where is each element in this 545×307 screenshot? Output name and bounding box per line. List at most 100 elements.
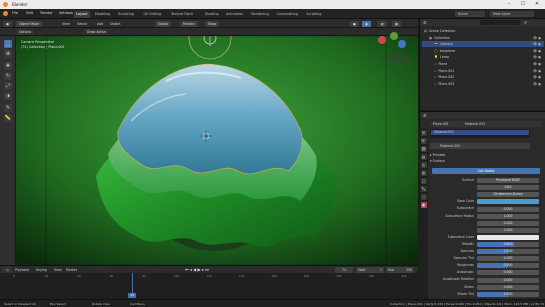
minimize-button[interactable]: – <box>502 1 516 8</box>
property-field[interactable] <box>477 234 539 240</box>
viewport-menu-view[interactable]: View <box>62 21 70 27</box>
visibility-toggle-icon[interactable]: 👁 ▣ <box>533 48 541 54</box>
property-field[interactable]: 0.000 <box>477 206 539 212</box>
outliner-row[interactable]: ▱ Plane.003 👁 ▣ <box>422 81 544 87</box>
maximize-button[interactable]: ☐ <box>516 1 530 8</box>
modifier-tab-icon[interactable]: 🔧 <box>420 186 427 192</box>
property-field[interactable]: 0.500 <box>477 249 539 255</box>
outliner-editor-icon[interactable]: ☰ <box>423 19 427 26</box>
outliner-row[interactable]: ▱ Plane 👁 ▣ <box>422 61 544 67</box>
property-field[interactable]: 0.200 <box>477 220 539 226</box>
editor-type-button[interactable]: ▣ <box>3 20 13 27</box>
navigation-gizmo[interactable] <box>372 24 414 64</box>
3d-viewport[interactable] <box>16 36 418 265</box>
viewport-shading-solid-button[interactable]: ● <box>350 20 359 27</box>
tool-tab-icon[interactable]: ⚒ <box>420 130 427 136</box>
property-field[interactable]: 0.000 <box>477 284 539 290</box>
outliner-row[interactable]: 💡 Lamp 👁 ▣ <box>422 54 544 60</box>
menu-window[interactable]: Window <box>59 11 73 15</box>
transform-gizmo[interactable] <box>180 36 240 62</box>
outliner-row[interactable]: ▤ Scene Collection <box>422 28 544 34</box>
workspace-tab-shading[interactable]: Shading <box>203 11 221 18</box>
select-tool-icon[interactable]: ⬚ <box>4 40 12 48</box>
cursor-tool-icon[interactable]: ⊕ <box>4 50 12 58</box>
property-field[interactable]: Christensen-Burley <box>477 192 539 198</box>
move-tool-icon[interactable]: ✥ <box>4 62 12 70</box>
surface-section[interactable]: ▾ Surface <box>430 159 445 163</box>
physics-tab-icon[interactable]: ◌ <box>420 194 427 200</box>
workspace-tab-texture-paint[interactable]: Texture Paint <box>169 11 195 18</box>
material-name-field[interactable]: Material.003 <box>430 143 530 149</box>
pivot-dropdown[interactable]: Median <box>180 20 198 27</box>
property-field[interactable]: Principled BSDF <box>477 178 539 184</box>
draw-active-toggle[interactable]: Draw Active <box>84 29 110 35</box>
world-tab-icon[interactable]: ◍ <box>420 170 427 176</box>
viewport-menu-object[interactable]: Object <box>110 21 121 27</box>
object-tab-icon[interactable]: ▢ <box>420 178 427 184</box>
visibility-toggle-icon[interactable]: 👁 ▣ <box>533 35 541 41</box>
close-button[interactable]: ✕ <box>530 1 544 8</box>
use-nodes-button[interactable]: Use Nodes <box>432 168 540 174</box>
visibility-toggle-icon[interactable]: 👁 ▣ <box>533 68 541 74</box>
render-tab-icon[interactable]: 📷 <box>420 138 427 144</box>
material-slot-item[interactable]: Material.003 <box>431 130 529 135</box>
visibility-toggle-icon[interactable]: 👁 ▣ <box>533 81 541 87</box>
property-field[interactable]: 0.000 <box>477 256 539 262</box>
menu-render[interactable]: Render <box>40 11 52 15</box>
visibility-toggle-icon[interactable]: 👁 ▣ <box>533 41 541 47</box>
outliner-row[interactable]: ◯ Icosphere 👁 ▣ <box>422 48 544 54</box>
scene-selector[interactable]: Scene <box>455 11 485 17</box>
transform-tool-icon[interactable]: ⬗ <box>4 92 12 100</box>
outliner-search-input[interactable] <box>480 20 520 25</box>
viewport-menu-select[interactable]: Select <box>77 21 87 27</box>
property-field[interactable]: 0.500 <box>477 263 539 269</box>
annotate-tool-icon[interactable]: ✎ <box>4 104 12 112</box>
transform-orientation-dropdown[interactable]: Global <box>155 20 172 27</box>
workspace-tab-compositing[interactable]: Compositing <box>275 11 300 18</box>
workspace-tab-modeling[interactable]: Modeling <box>93 11 112 18</box>
property-field[interactable]: 0.100 <box>477 227 539 233</box>
material-breadcrumb[interactable]: Material.003 <box>465 121 485 127</box>
viewport-menu-add[interactable]: Add <box>97 21 103 27</box>
workspace-tab-scripting[interactable]: Scripting <box>304 11 323 18</box>
property-field[interactable]: 0.500 <box>477 291 539 297</box>
visibility-toggle-icon[interactable]: 👁 ▣ <box>533 74 541 80</box>
view-layer-selector[interactable]: View Layer <box>490 11 534 17</box>
visibility-toggle-icon[interactable]: 👁 ▣ <box>533 54 541 60</box>
playhead-line[interactable] <box>131 273 133 293</box>
workspace-tab-sculpting[interactable]: Sculpting <box>116 11 136 18</box>
menu-edit[interactable]: Edit <box>26 11 33 15</box>
scene-tab-icon[interactable]: ◎ <box>420 162 427 168</box>
workspace-tab-animation[interactable]: Animation <box>224 11 245 18</box>
measure-tool-icon[interactable]: 📏 <box>4 114 12 122</box>
properties-editor-icon[interactable]: ⚙ <box>423 112 427 119</box>
options-dropdown[interactable]: Options <box>16 29 35 35</box>
visibility-toggle-icon[interactable]: 👁 ▣ <box>533 61 541 67</box>
property-field[interactable]: 0.000 <box>477 270 539 276</box>
property-field[interactable]: 1.000 <box>477 213 539 219</box>
property-field[interactable]: GGX <box>477 185 539 191</box>
outliner-row[interactable]: ▱ Plane.002 👁 ▣ <box>422 74 544 80</box>
outliner-row[interactable]: ▱ Plane.001 👁 ▣ <box>422 68 544 74</box>
workspace-tab-uv-editing[interactable]: UV Editing <box>141 11 163 18</box>
outliner-row[interactable]: ▣ Collection 👁 ▣ <box>422 35 544 41</box>
snap-toggle[interactable]: Snap <box>205 20 220 27</box>
playhead-frame-badge[interactable]: 74 <box>128 293 136 298</box>
property-field[interactable] <box>477 199 539 205</box>
outliner-row[interactable]: 📷 Camera 👁 ▣ <box>422 41 544 48</box>
property-field[interactable]: 0.600 <box>477 242 539 248</box>
view-layer-tab-icon[interactable]: ▤ <box>420 154 427 160</box>
workspace-tab-layout[interactable]: Layout <box>74 10 90 18</box>
output-tab-icon[interactable]: 🖨 <box>420 146 427 152</box>
property-field[interactable]: 0.000 <box>477 277 539 283</box>
material-tab-icon[interactable]: ● <box>420 202 427 208</box>
timeline-area[interactable]: 0 20 40 60 80 100 120 140 160 180 200 220 240 74 <box>0 273 418 299</box>
filter-icon[interactable]: ⚲ <box>524 19 527 26</box>
menu-file[interactable]: File <box>12 11 18 15</box>
scale-tool-icon[interactable]: ⤢ <box>4 82 12 90</box>
blender-menu-icon[interactable] <box>3 11 8 16</box>
viewport-shading-render-button[interactable]: ◉ <box>362 20 371 27</box>
material-slot-list[interactable]: Material.003 <box>430 129 530 138</box>
workspace-tab-rendering[interactable]: Rendering <box>249 11 270 18</box>
object-breadcrumb[interactable]: Plane.001 <box>433 121 449 127</box>
